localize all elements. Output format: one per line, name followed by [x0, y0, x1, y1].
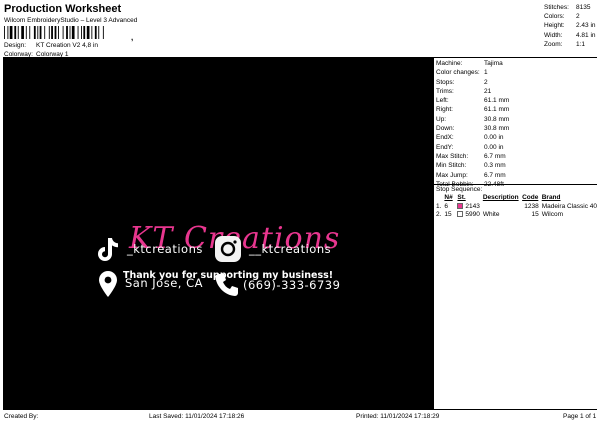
endy-row: EndY: 0.00 in [436, 143, 504, 151]
col-description: Description [482, 194, 519, 201]
machine-row: Machine: Tajima [436, 60, 503, 67]
design-tiktok-handle: _ktcreations [127, 242, 203, 256]
endx-row: EndX: 0.00 in [436, 134, 504, 142]
stat-width: Width: 4.81 in [544, 31, 596, 39]
color-changes-row: Color changes: 1 [436, 69, 488, 77]
machine-info: Machine: Tajima Color changes: 1 Stops: 2 T… [436, 59, 596, 189]
max-jump-row: Max Jump: 6.7 mm [436, 171, 506, 179]
created-by: Created By: [4, 413, 39, 420]
stat-colors: Colors: 2 [544, 13, 580, 21]
divider [3, 409, 597, 410]
design-location: San Jose, CA [125, 276, 203, 290]
max-stitch-row: Max Stitch: 6.7 mm [436, 152, 506, 160]
instagram-icon [215, 236, 241, 262]
footer: Created By: Last Saved: 11/01/2024 17:18… [4, 412, 598, 421]
table-row[interactable]: 1. 6 2143 1238 Madeira Classic 40 [436, 202, 597, 212]
design-label: Design: [4, 42, 27, 49]
table-row[interactable]: 2. 15 5990 White 15 Wilcom [436, 211, 597, 220]
location-pin-icon [99, 271, 117, 297]
stat-zoom: Zoom: 1:1 [544, 40, 586, 48]
header: Production Worksheet Wilcom EmbroiderySt… [4, 3, 424, 58]
stat-height: Height: 2.43 in [544, 22, 596, 30]
barcode-icon [4, 26, 104, 39]
page-number: Page 1 of 1 [563, 413, 597, 420]
design-stats: Stitches: 8135 Colors: 2 Height: 2.43 in Wi… [544, 3, 598, 49]
min-stitch-row: Min Stitch: 0.3 mm [436, 162, 506, 170]
printed-date: Printed: 11/01/2024 17:18:29 [356, 413, 440, 420]
stop-sequence-table: N# St. Description Code Brand 1. 6 2143 … [436, 194, 597, 220]
stat-stitches: Stitches: 8135 [544, 4, 591, 11]
design-value: KT Creation V2 4,8 in [36, 42, 99, 49]
col-brand: Brand [541, 194, 561, 201]
trims-row: Trims: 21 [436, 87, 492, 95]
down-row: Down: 30.8 mm [436, 125, 510, 133]
design-phone: (669)-333-6739 [243, 278, 341, 292]
table-header: N# St. Description Code Brand [436, 194, 597, 203]
stop-sequence-title: Stop Sequence: [436, 186, 483, 193]
software-name: Wilcom EmbroideryStudio – Level 3 Advanc… [4, 17, 138, 24]
col-num: N# [444, 194, 453, 201]
stops-row: Stops: 2 [436, 78, 488, 86]
color-swatch [457, 211, 464, 217]
stop-sequence: Stop Sequence: N# St. Description Code B… [434, 184, 597, 220]
design-preview[interactable]: KT Creations Thank you for supporting my… [3, 58, 433, 410]
barcode-mark: , [131, 33, 134, 42]
phone-icon [215, 274, 238, 296]
panel-divider [433, 58, 434, 410]
last-saved: Last Saved: 11/01/2024 17:18:26 [149, 413, 245, 420]
col-st: St. [457, 194, 466, 201]
left-row: Left: 61.1 mm [436, 97, 510, 105]
color-swatch [457, 202, 464, 209]
right-row: Right: 61.1 mm [436, 106, 510, 114]
up-row: Up: 30.8 mm [436, 115, 510, 123]
design-row: Design: KT Creation V2 4,8 in [4, 41, 98, 50]
page-title: Production Worksheet [4, 3, 122, 15]
col-code: Code [522, 194, 539, 201]
design-instagram-handle: __ktcreations [249, 242, 332, 256]
tiktok-icon [98, 238, 118, 261]
